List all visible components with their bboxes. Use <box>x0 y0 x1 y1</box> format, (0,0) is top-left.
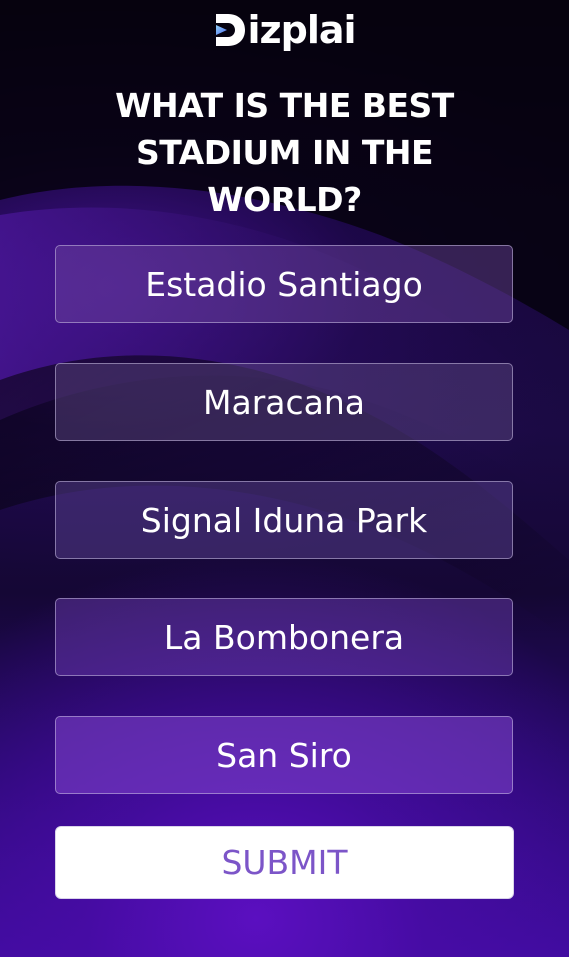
brand-logo: izplai <box>0 6 569 54</box>
poll-question: WHAT IS THE BEST STADIUM IN THE WORLD? <box>115 86 454 219</box>
submit-label: SUBMIT <box>221 843 348 882</box>
option-san-siro[interactable]: San Siro <box>55 716 513 794</box>
option-label: Signal Iduna Park <box>140 500 428 540</box>
option-la-bombonera[interactable]: La Bombonera <box>55 598 513 676</box>
option-signal-iduna-park[interactable]: Signal Iduna Park <box>55 481 513 559</box>
dizplai-logo-icon <box>216 14 246 46</box>
option-label: La Bombonera <box>163 617 405 657</box>
option-label: Estadio Santiago <box>145 264 423 304</box>
option-estadio-santiago[interactable]: Estadio Santiago <box>55 245 513 323</box>
option-maracana[interactable]: Maracana <box>55 363 513 441</box>
option-label: San Siro <box>216 735 352 775</box>
submit-button[interactable]: SUBMIT <box>55 826 514 899</box>
poll-screen: izplai WHAT IS THE BEST STADIUM IN THE W… <box>0 0 569 957</box>
brand-name: izplai <box>247 8 356 52</box>
option-label: Maracana <box>203 382 365 422</box>
